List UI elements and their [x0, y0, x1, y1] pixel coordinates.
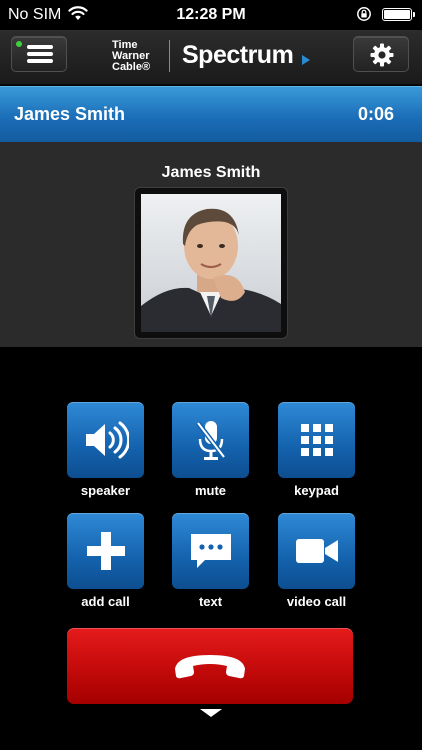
video-call-button[interactable]: video call [278, 513, 355, 609]
video-camera-icon [295, 539, 338, 563]
contact-name: James Smith [161, 164, 261, 181]
status-bar: No SIM 12:28 PM [0, 0, 422, 30]
speaker-label: speaker [80, 483, 131, 498]
connection-status-dot [16, 41, 22, 47]
chevron-down-icon[interactable] [200, 709, 222, 717]
speaker-icon [85, 421, 129, 459]
chat-bubble-icon [190, 534, 231, 568]
keypad-icon [300, 424, 333, 456]
rotation-lock-icon [357, 7, 371, 21]
contact-panel: James Smith [0, 142, 422, 347]
call-actions-panel: speaker mute keypad add call text video … [0, 347, 422, 750]
active-call-bar: James Smith 0:06 [0, 86, 422, 142]
call-contact-name: James Smith [14, 104, 126, 124]
plus-icon [86, 532, 125, 570]
settings-button[interactable] [353, 36, 409, 72]
add-call-label: add call [81, 594, 130, 609]
contact-photo-frame [134, 187, 288, 339]
hang-up-phone-icon [175, 655, 245, 679]
mute-label: mute [194, 483, 227, 498]
logo-divider [169, 40, 170, 72]
call-duration: 0:06 [357, 104, 394, 124]
video-call-label: video call [286, 594, 347, 609]
contact-photo [141, 194, 281, 332]
gear-icon [370, 43, 394, 67]
spectrum-logo: Spectrum [182, 41, 294, 69]
keypad-label: keypad [294, 483, 339, 498]
app-header: Time Warner Cable® Spectrum [0, 30, 422, 85]
microphone-muted-icon [195, 421, 226, 460]
text-label: text [198, 594, 223, 609]
hamburger-menu-icon [27, 45, 53, 63]
end-call-button[interactable] [67, 628, 353, 704]
battery-icon [382, 8, 415, 21]
text-button[interactable]: text [172, 513, 249, 609]
menu-button[interactable] [11, 36, 67, 72]
time-warner-cable-logo: Time Warner Cable® [112, 39, 151, 73]
spectrum-arrow-icon [302, 55, 310, 65]
add-call-button[interactable]: add call [67, 513, 144, 609]
keypad-button[interactable]: keypad [278, 402, 355, 498]
mute-button[interactable]: mute [172, 402, 249, 498]
speaker-button[interactable]: speaker [67, 402, 144, 498]
